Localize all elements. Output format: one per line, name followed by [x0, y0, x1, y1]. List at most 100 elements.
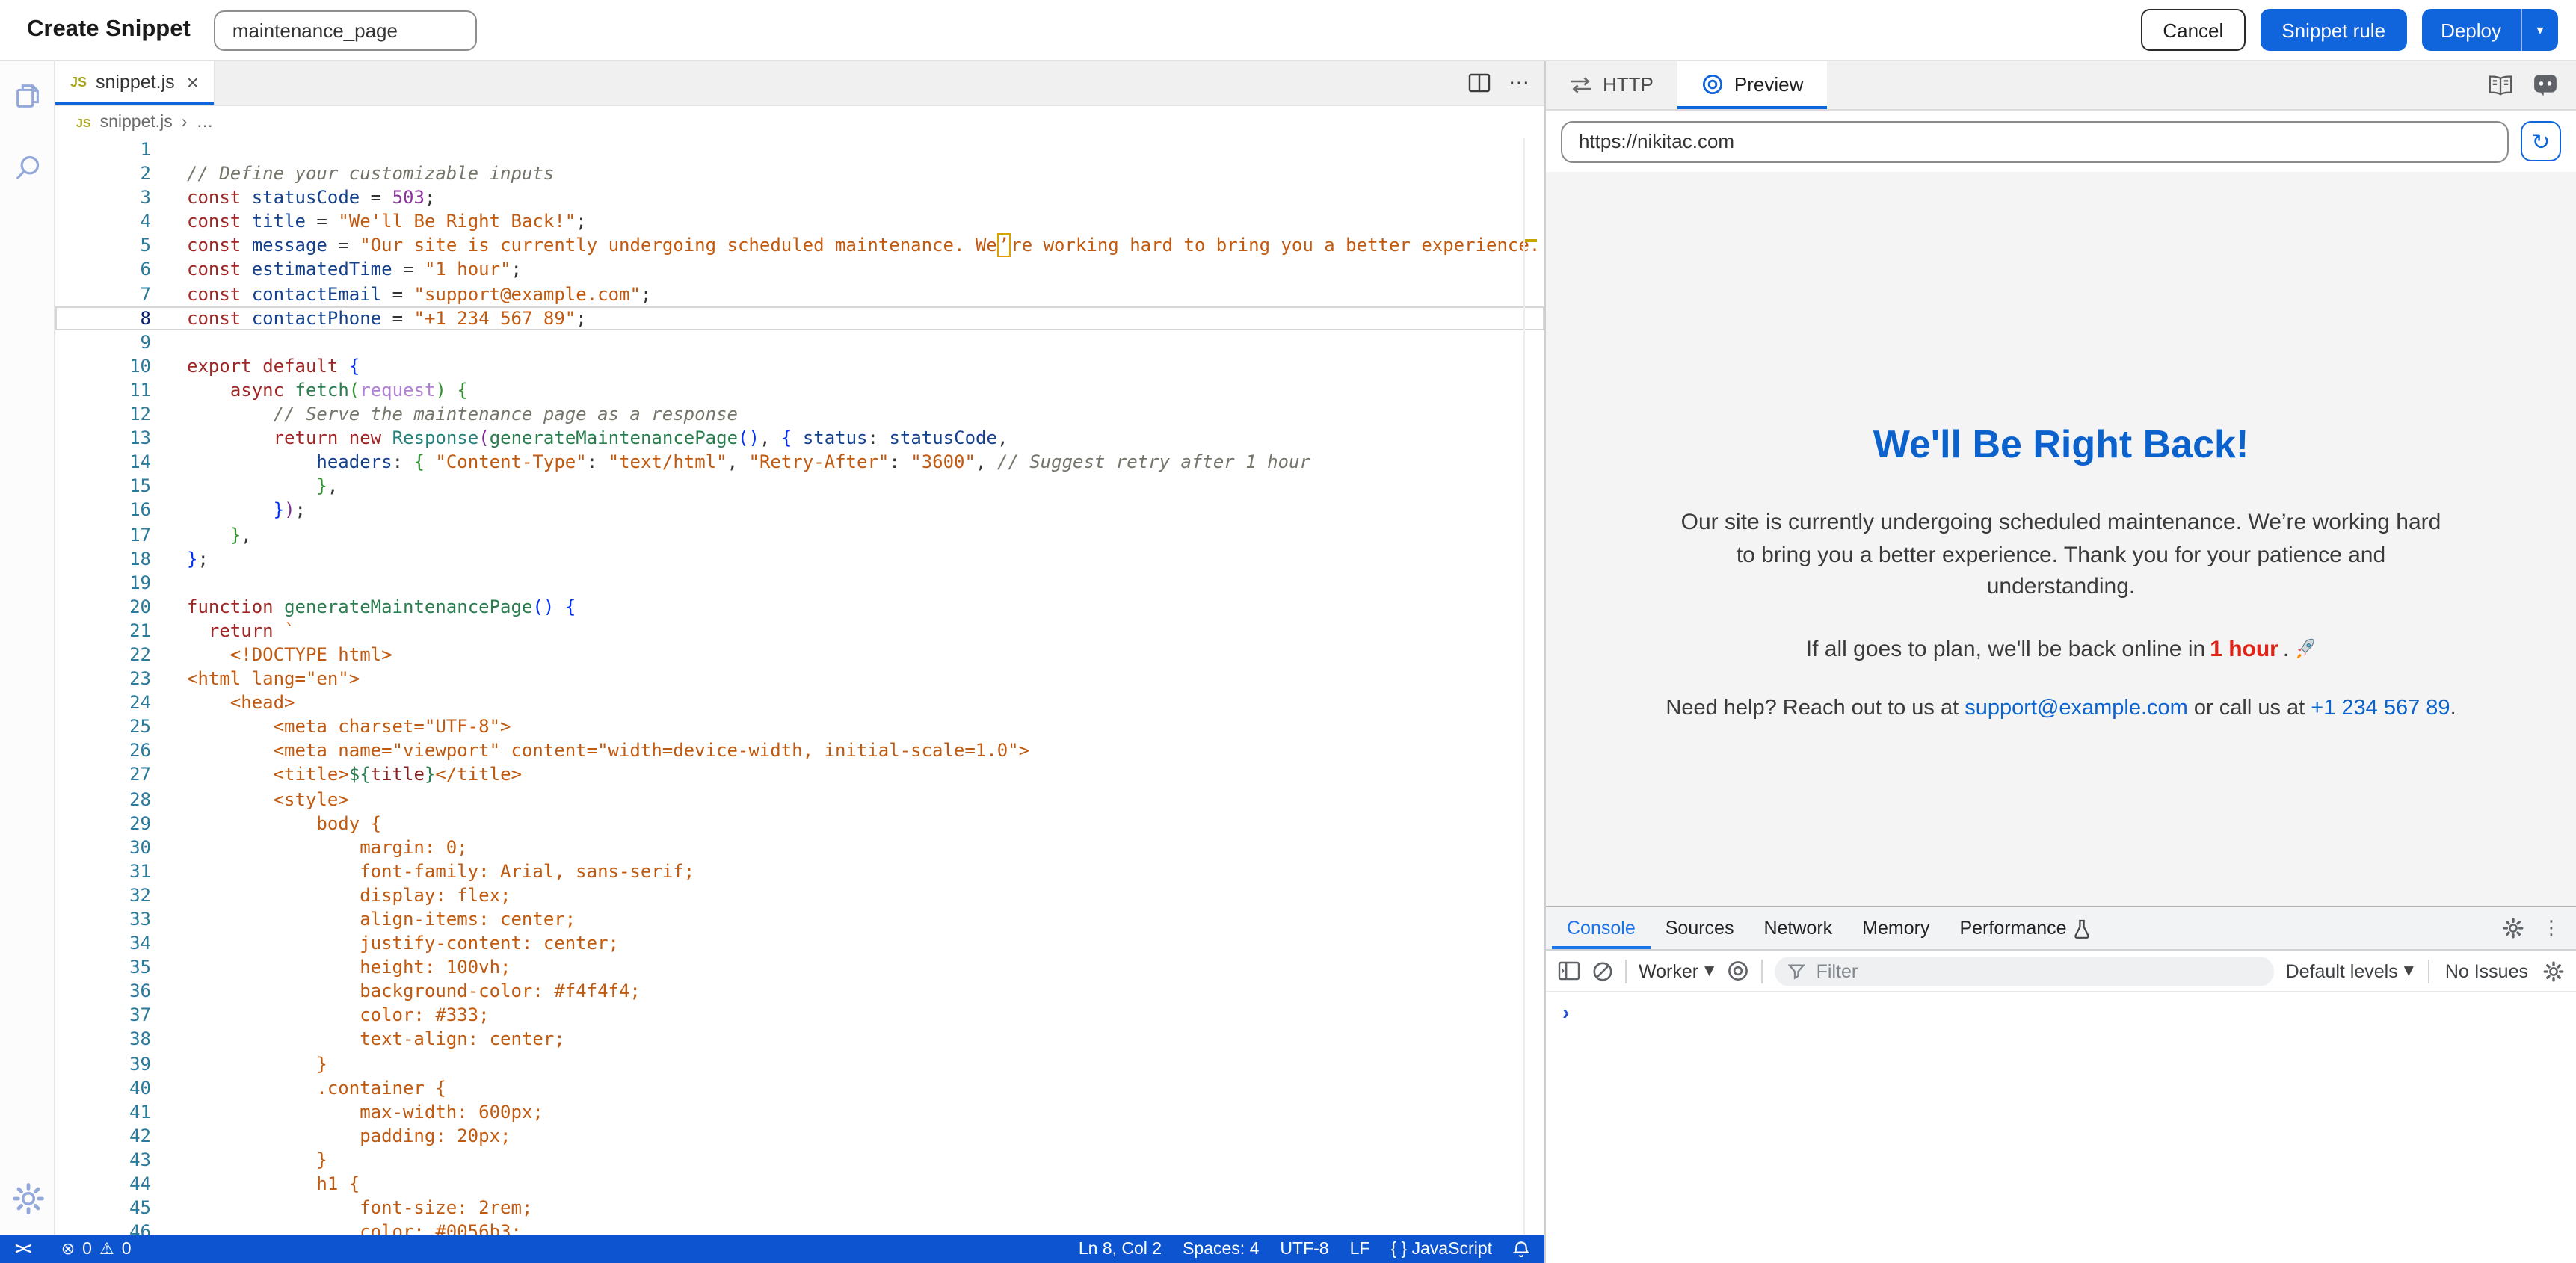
devtools-tab-console[interactable]: Console	[1552, 907, 1651, 949]
devtools-tab-memory[interactable]: Memory	[1847, 907, 1944, 949]
code-line[interactable]: 20function generateMaintenancePage() {	[55, 595, 1544, 619]
breadcrumb-symbol[interactable]: …	[196, 114, 213, 132]
code-line[interactable]: 36 background-color: #f4f4f4;	[55, 980, 1544, 1004]
code-line[interactable]: 7const contactEmail = "support@example.c…	[55, 282, 1544, 306]
breadcrumb[interactable]: JS snippet.js › …	[55, 106, 1544, 139]
console-sidebar-toggle-icon[interactable]	[1558, 961, 1580, 981]
settings-gear-icon[interactable]	[0, 1182, 55, 1215]
code-line[interactable]: 19	[55, 570, 1544, 594]
notifications-bell-icon[interactable]	[1513, 1240, 1529, 1258]
language-mode[interactable]: { } JavaScript	[1390, 1240, 1492, 1258]
live-expression-eye-icon[interactable]	[1726, 960, 1748, 982]
tab-close-icon[interactable]: ×	[187, 70, 199, 94]
code-line[interactable]: 5const message = "Our site is currently …	[55, 234, 1544, 258]
code-line[interactable]: 44 h1 {	[55, 1172, 1544, 1196]
more-actions-icon[interactable]: ⋯	[1509, 72, 1529, 93]
breadcrumb-file[interactable]: snippet.js	[100, 114, 173, 132]
devtools-tab-network[interactable]: Network	[1748, 907, 1847, 949]
overview-ruler[interactable]	[1523, 138, 1525, 1235]
code-line[interactable]: 15 },	[55, 475, 1544, 498]
errors-count[interactable]: 0	[82, 1240, 92, 1258]
refresh-button[interactable]: ↻	[2521, 121, 2561, 161]
snippet-rule-button[interactable]: Snippet rule	[2261, 9, 2406, 51]
code-line[interactable]: 42 padding: 20px;	[55, 1124, 1544, 1148]
url-input[interactable]	[1561, 120, 2509, 162]
execution-context-selector[interactable]: Worker ▼	[1639, 960, 1714, 981]
code-line[interactable]: 35 height: 100vh;	[55, 955, 1544, 979]
deploy-split-button[interactable]: Deploy ▾	[2421, 9, 2558, 51]
tab-preview[interactable]: Preview	[1677, 60, 1828, 109]
code-line[interactable]: 24 <head>	[55, 691, 1544, 714]
filter-input[interactable]	[1814, 959, 2261, 983]
code-line[interactable]: 25 <meta charset="UTF-8">	[55, 715, 1544, 739]
code-line[interactable]: 30 margin: 0;	[55, 835, 1544, 859]
deploy-dropdown-caret[interactable]: ▾	[2521, 9, 2558, 51]
code-line[interactable]: 37 color: #333;	[55, 1004, 1544, 1028]
devtools-tab-performance[interactable]: Performance	[1944, 907, 2105, 949]
remote-indicator-icon[interactable]: ><	[15, 1240, 30, 1258]
snippet-name-input[interactable]	[215, 10, 478, 50]
docs-book-icon[interactable]	[2488, 75, 2513, 96]
devtools-tab-sources[interactable]: Sources	[1651, 907, 1749, 949]
eol-type[interactable]: LF	[1350, 1240, 1370, 1258]
code-line[interactable]: 13 return new Response(generateMaintenan…	[55, 426, 1544, 450]
code-line[interactable]: 41 max-width: 600px;	[55, 1100, 1544, 1124]
code-line[interactable]: 40 .container {	[55, 1075, 1544, 1099]
code-line[interactable]: 46 color: #0056b3;	[55, 1220, 1544, 1235]
code-line[interactable]: 21 return `	[55, 619, 1544, 643]
code-line[interactable]: 1	[55, 138, 1544, 161]
phone-link[interactable]: +1 234 567 89	[2311, 696, 2450, 720]
no-issues-label[interactable]: No Issues	[2445, 960, 2528, 981]
code-line[interactable]: 11 async fetch(request) {	[55, 378, 1544, 402]
code-line[interactable]: 17 },	[55, 522, 1544, 546]
code-line[interactable]: 26 <meta name="viewport" content="width=…	[55, 739, 1544, 763]
indentation[interactable]: Spaces: 4	[1183, 1240, 1259, 1258]
warnings-icon[interactable]: ⚠	[99, 1239, 114, 1259]
support-email-link[interactable]: support@example.com	[1965, 696, 2188, 720]
code-line[interactable]: 6const estimatedTime = "1 hour";	[55, 258, 1544, 282]
code-line[interactable]: 8const contactPhone = "+1 234 567 89";	[55, 306, 1544, 330]
code-line[interactable]: 3const statusCode = 503;	[55, 185, 1544, 209]
cancel-button[interactable]: Cancel	[2140, 9, 2246, 51]
discord-chat-icon[interactable]	[2533, 73, 2558, 97]
code-line[interactable]: 29 body {	[55, 811, 1544, 835]
code-line[interactable]: 27 <title>${title}</title>	[55, 763, 1544, 787]
split-editor-icon[interactable]	[1468, 72, 1491, 92]
files-copy-icon[interactable]	[11, 81, 43, 112]
console-output[interactable]: ›	[1546, 992, 2576, 1263]
code-line[interactable]: 28 <style>	[55, 787, 1544, 811]
devtools-more-options-icon[interactable]: ⋮	[2542, 917, 2561, 939]
code-line[interactable]: 33 align-items: center;	[55, 907, 1544, 931]
console-filter-pill[interactable]	[1774, 956, 2273, 986]
code-line[interactable]: 43 }	[55, 1148, 1544, 1172]
code-line[interactable]: 16 });	[55, 498, 1544, 522]
code-line[interactable]: 45 font-size: 2rem;	[55, 1196, 1544, 1220]
code-area[interactable]: 12// Define your customizable inputs3con…	[55, 138, 1544, 1235]
code-line[interactable]: 9	[55, 330, 1544, 354]
code-line[interactable]: 12 // Serve the maintenance page as a re…	[55, 402, 1544, 426]
code-line[interactable]: 22 <!DOCTYPE html>	[55, 643, 1544, 667]
code-line[interactable]: 39 }	[55, 1052, 1544, 1075]
deploy-button[interactable]: Deploy	[2421, 9, 2521, 51]
code-line[interactable]: 23<html lang="en">	[55, 667, 1544, 691]
code-line[interactable]: 2// Define your customizable inputs	[55, 161, 1544, 185]
cursor-position[interactable]: Ln 8, Col 2	[1079, 1240, 1162, 1258]
code-line[interactable]: 32 display: flex;	[55, 883, 1544, 907]
default-levels-dropdown[interactable]: Default levels ▼	[2286, 960, 2414, 981]
devtools-settings-gear-icon[interactable]	[2503, 918, 2524, 939]
tab-http[interactable]: HTTP	[1546, 60, 1677, 109]
code-line[interactable]: 31 font-family: Arial, sans-serif;	[55, 859, 1544, 883]
warnings-count[interactable]: 0	[122, 1240, 132, 1258]
code-line[interactable]: 18};	[55, 546, 1544, 570]
code-line[interactable]: 38 text-align: center;	[55, 1028, 1544, 1052]
code-line[interactable]: 10export default {	[55, 354, 1544, 378]
console-settings-gear-icon[interactable]	[2543, 960, 2564, 981]
console-prompt-chevron[interactable]: ›	[1562, 1000, 1569, 1024]
code-line[interactable]: 14 headers: { "Content-Type": "text/html…	[55, 450, 1544, 474]
clear-console-icon[interactable]	[1592, 960, 1613, 981]
encoding[interactable]: UTF-8	[1280, 1240, 1328, 1258]
search-icon[interactable]	[11, 152, 43, 184]
tab-snippet-js[interactable]: JS snippet.js ×	[55, 60, 215, 105]
code-line[interactable]: 4const title = "We'll Be Right Back!";	[55, 210, 1544, 234]
errors-icon[interactable]: ⊗	[61, 1239, 75, 1259]
